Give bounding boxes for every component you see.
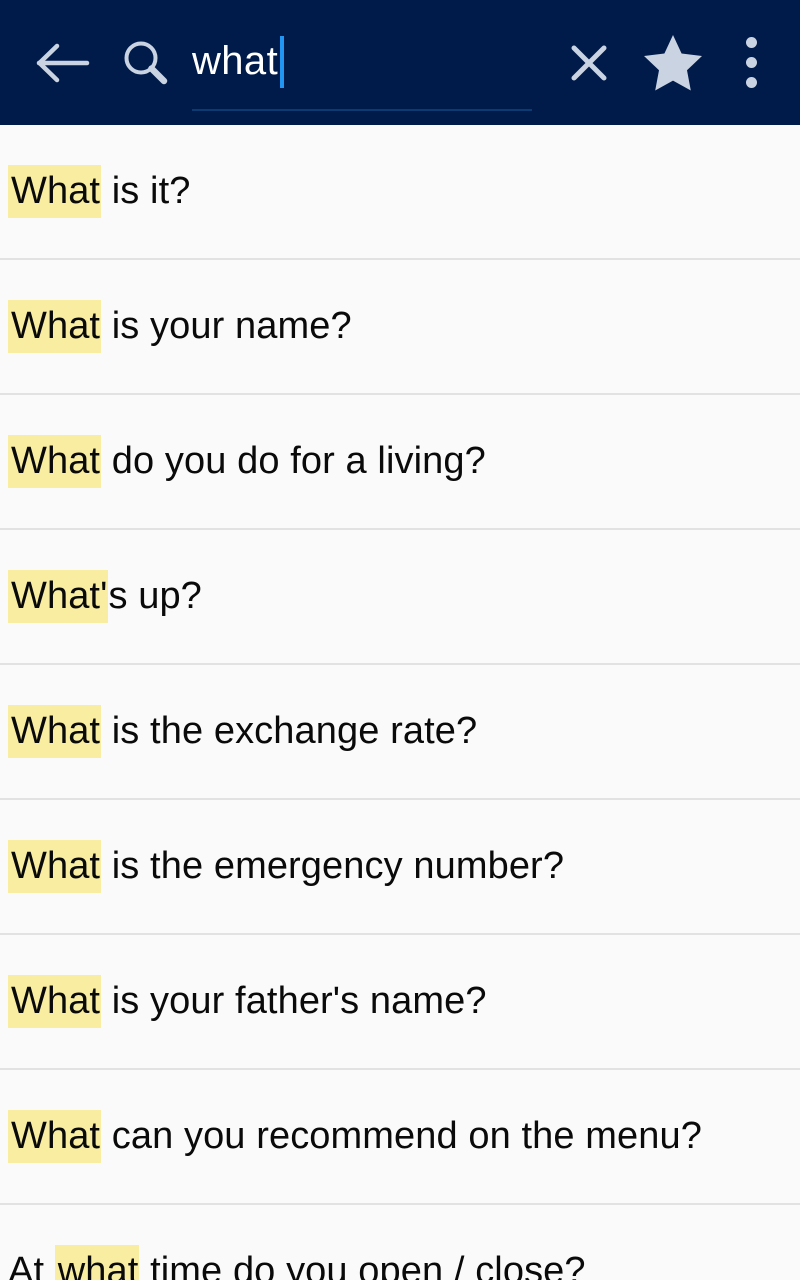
back-button[interactable] bbox=[28, 28, 98, 98]
list-item-phrase: What is it? bbox=[8, 164, 191, 218]
list-item[interactable]: What is your father's name? bbox=[0, 935, 800, 1070]
phrase-suffix: is the emergency number? bbox=[101, 844, 565, 887]
list-item[interactable]: What is it? bbox=[0, 125, 800, 260]
app-bar: what bbox=[0, 0, 800, 125]
list-item[interactable]: What is the exchange rate? bbox=[0, 665, 800, 800]
search-match-highlight: What bbox=[8, 704, 102, 758]
search-match-highlight: What bbox=[8, 299, 102, 353]
more-vertical-icon-dot-1 bbox=[745, 37, 757, 48]
phrase-suffix: can you recommend on the menu? bbox=[101, 1114, 702, 1157]
phrase-suffix: s up? bbox=[108, 574, 202, 617]
search-match-highlight: what bbox=[54, 1244, 140, 1280]
overflow-menu-button[interactable] bbox=[724, 26, 778, 100]
search-match-highlight: What bbox=[8, 164, 102, 218]
phrase-suffix: is the exchange rate? bbox=[101, 709, 478, 752]
phrase-suffix: is your name? bbox=[101, 304, 352, 347]
list-item-phrase: What is your name? bbox=[8, 299, 352, 353]
phrase-prefix: At bbox=[8, 1249, 55, 1280]
search-match-highlight: What' bbox=[8, 569, 109, 623]
phrase-suffix: is it? bbox=[101, 169, 191, 212]
list-item-phrase: What do you do for a living? bbox=[8, 434, 486, 488]
list-item-phrase: At what time do you open / close? bbox=[8, 1244, 586, 1280]
list-item-phrase: What is your father's name? bbox=[8, 974, 487, 1028]
list-item[interactable]: What can you recommend on the menu? bbox=[0, 1070, 800, 1205]
search-input[interactable]: what bbox=[192, 41, 278, 85]
search-match-highlight: What bbox=[8, 974, 102, 1028]
phrase-suffix: do you do for a living? bbox=[101, 439, 486, 482]
list-item-phrase: What can you recommend on the menu? bbox=[8, 1109, 702, 1163]
star-filled-icon bbox=[644, 34, 702, 90]
more-vertical-icon-dot-2 bbox=[745, 57, 757, 68]
list-item[interactable]: What's up? bbox=[0, 530, 800, 665]
list-item[interactable]: At what time do you open / close? bbox=[0, 1205, 800, 1280]
close-icon bbox=[571, 45, 607, 80]
list-item[interactable]: What is your name? bbox=[0, 260, 800, 395]
list-item-phrase: What is the exchange rate? bbox=[8, 704, 478, 758]
list-item[interactable]: What is the emergency number? bbox=[0, 800, 800, 935]
arrow-left-icon bbox=[36, 43, 90, 82]
search-results-list[interactable]: What is it? What is your name? What do you… bbox=[0, 125, 800, 1280]
phrase-suffix: time do you open / close? bbox=[139, 1249, 586, 1280]
phrase-suffix: is your father's name? bbox=[101, 979, 487, 1022]
more-vertical-icon-dot-3 bbox=[745, 77, 757, 88]
search-field[interactable]: what bbox=[192, 0, 556, 125]
search-icon bbox=[124, 41, 168, 84]
search-match-highlight: What bbox=[8, 1109, 102, 1163]
list-item[interactable]: What do you do for a living? bbox=[0, 395, 800, 530]
text-caret bbox=[280, 35, 285, 88]
search-field-underline bbox=[192, 109, 532, 111]
search-match-highlight: What bbox=[8, 434, 102, 488]
list-item-phrase: What's up? bbox=[8, 569, 202, 623]
favorite-button[interactable] bbox=[636, 26, 710, 100]
list-item-phrase: What is the emergency number? bbox=[8, 839, 565, 893]
search-icon-button[interactable] bbox=[114, 32, 176, 94]
clear-search-button[interactable] bbox=[556, 30, 622, 96]
search-match-highlight: What bbox=[8, 839, 102, 893]
